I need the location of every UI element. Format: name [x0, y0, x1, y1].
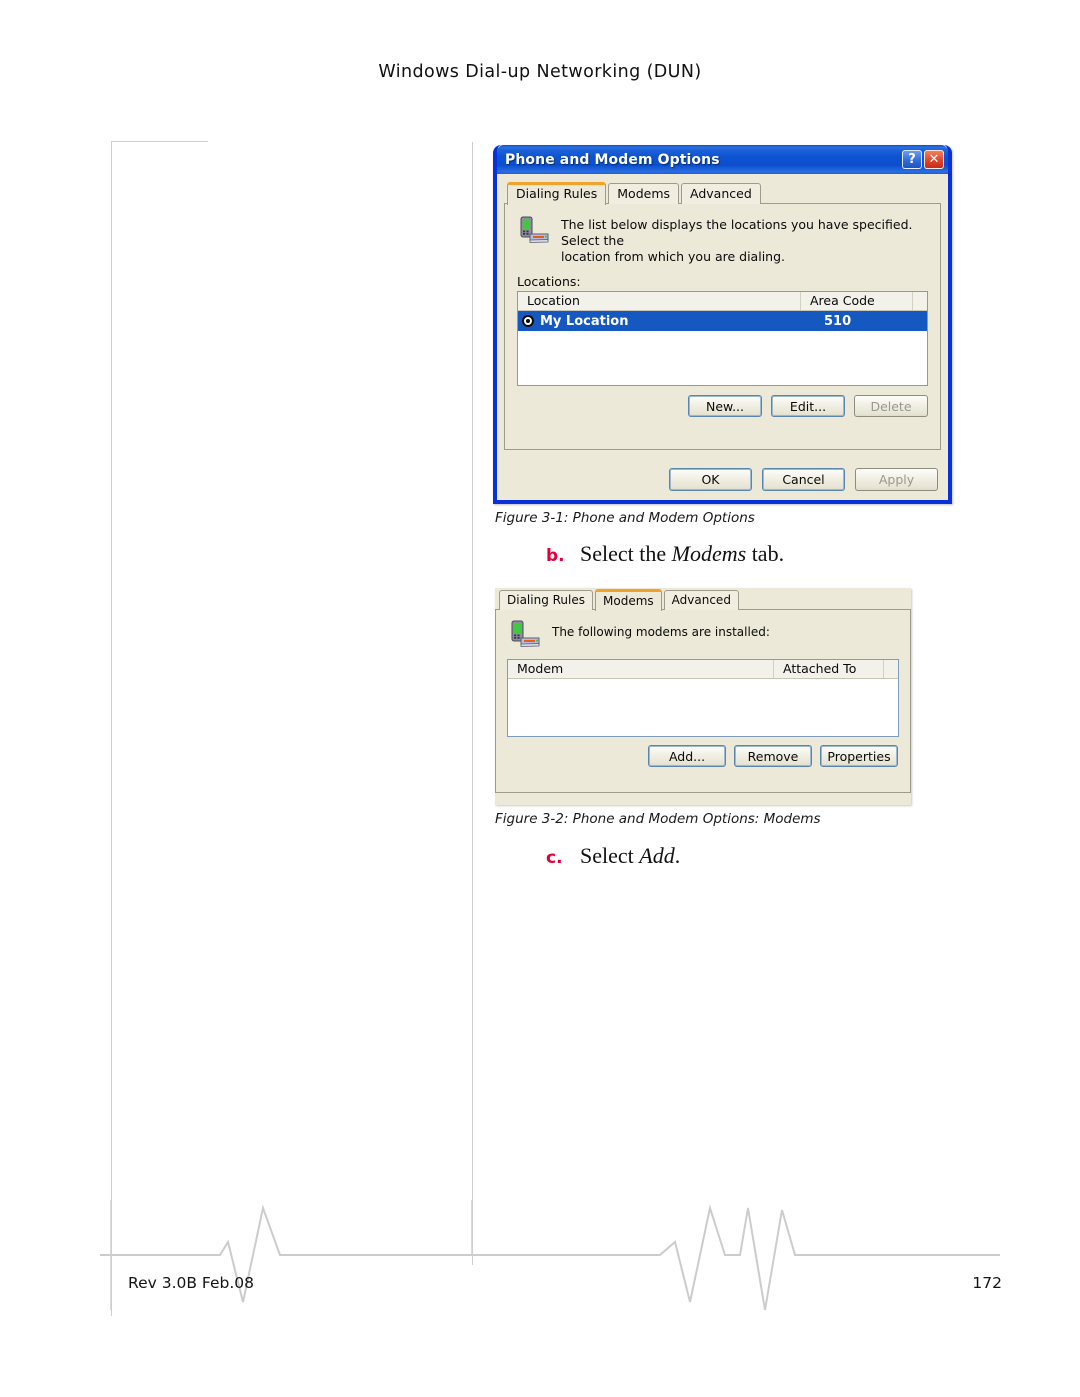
locations-listview[interactable]: Location Area Code My Location 510	[517, 291, 928, 386]
tab-dialing-rules-2[interactable]: Dialing Rules	[499, 590, 594, 610]
phone-and-modem-options-dialog[interactable]: Phone and Modem Options ? ✕ Dialing Rule…	[493, 145, 952, 504]
column-header-location[interactable]: Location	[518, 292, 801, 310]
listview-header: Location Area Code	[518, 292, 927, 311]
step-c: c. Select Add.	[546, 843, 680, 869]
info-text-2: The following modems are installed:	[552, 625, 770, 639]
help-icon[interactable]: ?	[902, 150, 922, 169]
phone-and-modem-options-modems-dialog[interactable]: Dialing Rules Modems Advanced The follow…	[495, 588, 911, 805]
tab-strip[interactable]: Dialing Rules Modems Advanced	[504, 181, 941, 205]
add-button[interactable]: Add...	[648, 745, 726, 767]
close-icon[interactable]: ✕	[924, 150, 944, 169]
info-banner-2: The following modems are installed:	[496, 610, 910, 651]
tab-advanced[interactable]: Advanced	[681, 183, 761, 204]
ok-button[interactable]: OK	[669, 468, 752, 491]
tab-modems[interactable]: Modems	[608, 183, 680, 204]
column-header-modem[interactable]: Modem	[508, 660, 774, 678]
delete-button: Delete	[854, 395, 928, 417]
tab-advanced-2[interactable]: Advanced	[663, 590, 739, 610]
table-row[interactable]: My Location 510	[518, 311, 927, 331]
radio-selected-icon[interactable]	[522, 315, 534, 327]
dialog-title: Phone and Modem Options	[505, 151, 720, 168]
column-header-area-code[interactable]: Area Code	[801, 292, 913, 310]
dialog-footer-buttons: OK Cancel Apply	[669, 468, 938, 491]
column-header-spacer-2	[884, 660, 898, 678]
cancel-button[interactable]: Cancel	[762, 468, 845, 491]
modem-action-buttons: Add... Remove Properties	[496, 737, 910, 767]
edit-button[interactable]: Edit...	[771, 395, 845, 417]
modems-listview[interactable]: Modem Attached To	[507, 659, 899, 737]
dialog-titlebar[interactable]: Phone and Modem Options ? ✕	[497, 145, 948, 174]
info-text: The list below displays the locations yo…	[561, 217, 930, 265]
page-header-title: Windows Dial-up Networking (DUN)	[378, 62, 702, 82]
dialing-rules-panel: The list below displays the locations yo…	[504, 203, 941, 450]
step-b-text-after: tab.	[746, 541, 785, 566]
step-b-marker: b.	[546, 546, 565, 566]
remove-button[interactable]: Remove	[734, 745, 812, 767]
step-c-marker: c.	[546, 848, 563, 868]
column-divider-rule	[472, 142, 473, 1265]
tab-dialing-rules[interactable]: Dialing Rules	[507, 182, 607, 205]
row-location-cell: My Location	[518, 314, 815, 329]
row-location-label: My Location	[540, 313, 629, 329]
footer-decorative-waveform	[100, 1200, 1000, 1310]
modems-panel: The following modems are installed: Mode…	[495, 609, 911, 793]
step-c-text-before: Select	[580, 843, 640, 868]
footer-page-number: 172	[972, 1274, 1002, 1292]
dialog-body: Dialing Rules Modems Advanced The list b…	[497, 174, 948, 500]
new-button[interactable]: New...	[688, 395, 762, 417]
listview-header-2: Modem Attached To	[508, 660, 898, 679]
figure-2-caption: Figure 3-2: Phone and Modem Options: Mod…	[495, 811, 821, 827]
phone-modem-icon	[511, 620, 540, 647]
phone-modem-icon	[520, 216, 549, 243]
figure-1-caption: Figure 3-1: Phone and Modem Options	[495, 510, 755, 526]
row-area-code-cell: 510	[824, 313, 852, 329]
column-header-attached-to[interactable]: Attached To	[774, 660, 884, 678]
step-b: b. Select the Modems tab.	[546, 541, 784, 567]
margin-rule-top	[111, 141, 208, 142]
locations-label: Locations:	[517, 274, 581, 289]
info-banner: The list below displays the locations yo…	[505, 204, 940, 269]
margin-rule-left	[111, 141, 112, 1316]
info-text-line1: The list below displays the locations yo…	[561, 217, 913, 248]
footer-revision: Rev 3.0B Feb.08	[128, 1274, 255, 1292]
location-action-buttons: New... Edit... Delete	[505, 386, 940, 417]
tab-strip-2[interactable]: Dialing Rules Modems Advanced	[495, 588, 911, 611]
info-text-line2: location from which you are dialing.	[561, 249, 785, 264]
step-b-emphasis: Modems	[671, 541, 747, 566]
step-b-text-before: Select the	[580, 541, 672, 566]
column-header-spacer	[913, 292, 927, 310]
apply-button: Apply	[855, 468, 938, 491]
step-c-text-after: .	[674, 843, 681, 868]
tab-modems-2[interactable]: Modems	[595, 589, 662, 611]
properties-button[interactable]: Properties	[820, 745, 898, 767]
step-c-emphasis: Add	[639, 843, 675, 868]
